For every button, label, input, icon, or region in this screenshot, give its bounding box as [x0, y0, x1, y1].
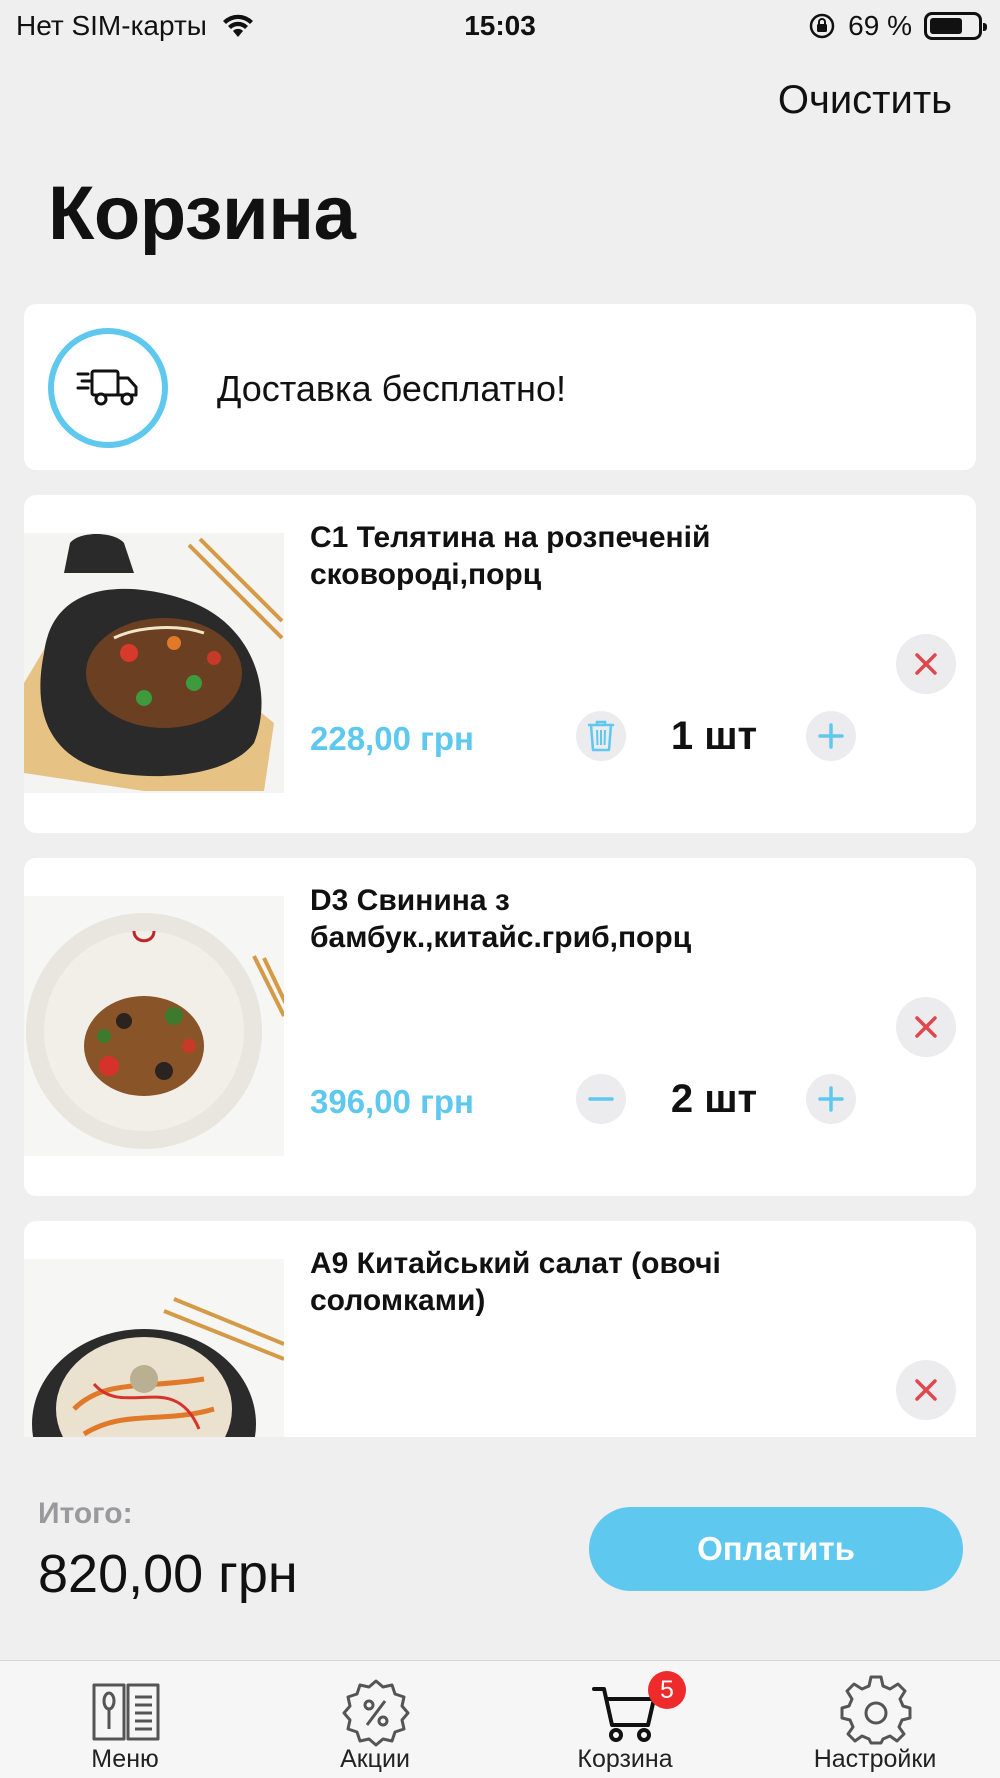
battery-percent: 69 % — [848, 10, 912, 41]
tab-label: Акции — [340, 1745, 410, 1773]
dish-photo — [24, 533, 284, 793]
close-icon — [915, 653, 937, 675]
cart-list[interactable]: C1 Телятина на розпеченій сковороді,порц… — [24, 495, 976, 1437]
tab-cart[interactable]: 5 Корзина — [500, 1661, 750, 1778]
item-name: A9 Китайський салат (овочі соломками) — [310, 1247, 721, 1317]
pay-button[interactable]: Оплатить — [589, 1507, 963, 1591]
cart-badge: 5 — [648, 1671, 686, 1709]
remove-item-button[interactable] — [896, 634, 956, 694]
gear-icon — [840, 1675, 912, 1745]
tab-menu[interactable]: Меню — [0, 1661, 250, 1778]
minus-icon — [588, 1097, 614, 1101]
item-name: C1 Телятина на розпеченій сковороді,порц — [310, 521, 711, 591]
tab-promotions[interactable]: Акции — [250, 1661, 500, 1778]
increase-quantity-button[interactable] — [806, 711, 856, 761]
battery-icon — [924, 12, 987, 40]
tab-label: Корзина — [577, 1745, 673, 1773]
remove-item-button[interactable] — [896, 1360, 956, 1420]
tab-label: Настройки — [813, 1745, 937, 1773]
delete-item-button[interactable] — [576, 711, 626, 761]
item-price: 396,00 грн — [310, 1083, 474, 1120]
tab-settings[interactable]: Настройки — [750, 1661, 1000, 1778]
remove-item-button[interactable] — [896, 997, 956, 1057]
status-bar: Нет SIM-карты 15:03 69 % — [0, 0, 1000, 52]
item-price: 228,00 грн — [310, 720, 474, 757]
dish-photo — [24, 1259, 284, 1437]
discount-icon — [342, 1679, 410, 1747]
item-name: D3 Свинина з бамбук.,китайс.гриб,порц — [310, 884, 692, 954]
close-icon — [915, 1379, 937, 1401]
cart-item: A9 Китайський салат (овочі соломками) — [24, 1221, 976, 1437]
plus-icon — [818, 723, 844, 749]
quantity-value: 2 шт — [670, 1077, 758, 1121]
cart-item: D3 Свинина з бамбук.,китайс.гриб,порц 39… — [24, 858, 976, 1196]
cart-item: C1 Телятина на розпеченій сковороді,порц… — [24, 495, 976, 833]
clear-button[interactable]: Очистить — [778, 78, 952, 123]
dish-photo — [24, 896, 284, 1156]
trash-icon — [587, 720, 615, 752]
menu-book-icon — [92, 1683, 160, 1741]
total-label: Итого: — [38, 1497, 133, 1530]
page-title: Корзина — [48, 171, 356, 256]
delivery-text: Доставка бесплатно! — [217, 368, 566, 409]
status-right: 69 % — [808, 10, 987, 42]
quantity-value: 1 шт — [670, 714, 758, 758]
decrease-quantity-button[interactable] — [576, 1074, 626, 1124]
close-icon — [915, 1016, 937, 1038]
plus-icon — [818, 1086, 844, 1112]
delivery-truck-icon — [48, 328, 168, 448]
total-value: 820,00 грн — [38, 1544, 298, 1604]
increase-quantity-button[interactable] — [806, 1074, 856, 1124]
tab-bar: Меню Акции 5 Корзина Настройки — [0, 1660, 1000, 1778]
delivery-card: Доставка бесплатно! — [24, 304, 976, 470]
tab-label: Меню — [91, 1745, 159, 1773]
rotation-lock-icon — [809, 13, 835, 39]
